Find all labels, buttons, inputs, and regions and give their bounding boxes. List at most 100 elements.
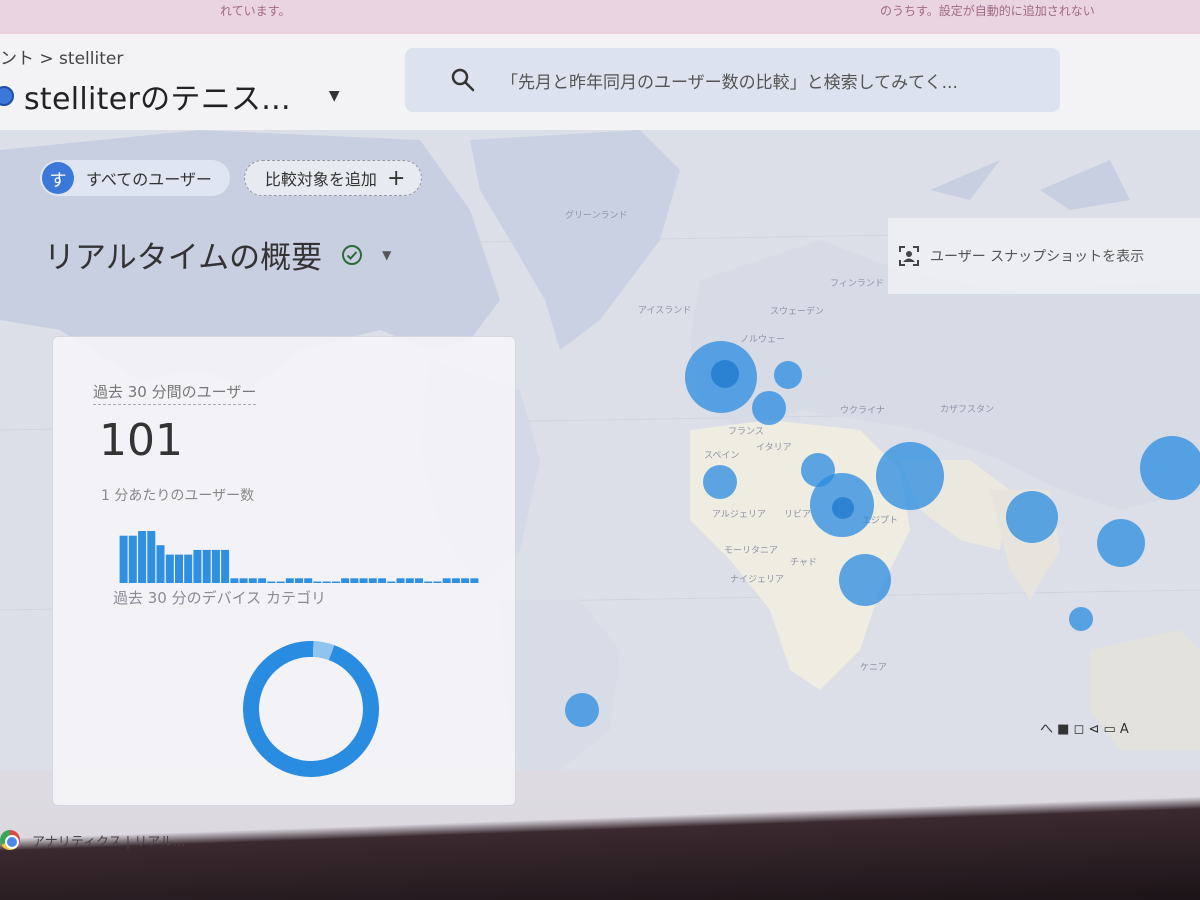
- map-label: フランス: [728, 426, 764, 437]
- per-minute-bar[interactable]: [378, 578, 387, 583]
- per-minute-bar[interactable]: [165, 554, 174, 583]
- banner-right-text: のうちす。設定が自動的に追加されない: [880, 4, 1095, 18]
- user-bubble[interactable]: [1069, 607, 1093, 631]
- notification-banner: れています。 のうちす。設定が自動的に追加されない: [0, 0, 1200, 34]
- per-minute-bar[interactable]: [322, 581, 331, 584]
- per-minute-bar[interactable]: [267, 581, 276, 584]
- per-minute-bar[interactable]: [396, 578, 405, 583]
- comparison-bar: す すべてのユーザー 比較対象を追加 +: [40, 160, 423, 196]
- page-title: リアルタイムの概要: [44, 240, 323, 276]
- per-minute-bar[interactable]: [156, 545, 165, 583]
- map-label: フィンランド: [830, 278, 884, 289]
- per-minute-bar[interactable]: [202, 549, 211, 583]
- user-bubble[interactable]: [752, 391, 786, 425]
- per-minute-bar[interactable]: [295, 578, 303, 583]
- per-minute-bar[interactable]: [415, 578, 423, 583]
- screen: れています。 のうちす。設定が自動的に追加されない グリーンランド アイスランド…: [0, 0, 1200, 900]
- per-minute-bar[interactable]: [442, 578, 451, 583]
- map-label: アイスランド: [638, 305, 691, 316]
- per-minute-bar[interactable]: [331, 581, 340, 584]
- per-minute-bar[interactable]: [359, 578, 368, 583]
- property-icon: [0, 86, 14, 106]
- search-icon[interactable]: [441, 67, 485, 93]
- segment-label: すべてのユーザー: [86, 170, 212, 189]
- per-minute-bar[interactable]: [433, 581, 442, 584]
- app-header: ント > stelliter stelliterのテニス... ▼ 「先月と昨年…: [0, 34, 1200, 130]
- per-minute-bar[interactable]: [221, 549, 230, 583]
- per-minute-bar[interactable]: [119, 535, 128, 583]
- per-minute-bar[interactable]: [211, 549, 220, 583]
- search-placeholder: 「先月と昨年同月のユーザー数の比較」と検索してみてく...: [501, 72, 958, 93]
- per-minute-bar[interactable]: [184, 554, 193, 583]
- greenland-shape: [470, 130, 680, 350]
- realtime-users-card: 過去 30 分間のユーザー 101 1 分あたりのユーザー数 過去 30 分のデ…: [52, 336, 516, 806]
- per-minute-bar[interactable]: [461, 578, 470, 583]
- segment-avatar: す: [42, 162, 74, 194]
- snapshot-icon: [899, 246, 919, 266]
- user-bubble[interactable]: [774, 361, 802, 389]
- map-label: スペイン: [704, 451, 739, 461]
- property-selector[interactable]: stelliterのテニス... ▼: [0, 74, 340, 118]
- per-minute-bar[interactable]: [313, 581, 322, 584]
- plus-icon: +: [386, 165, 406, 191]
- per-minute-bar[interactable]: [470, 578, 479, 583]
- breadcrumb[interactable]: ント > stelliter: [0, 44, 123, 69]
- donut-segment[interactable]: [239, 637, 383, 781]
- user-bubble[interactable]: [703, 465, 737, 499]
- per-minute-bar[interactable]: [285, 578, 294, 583]
- per-minute-bar[interactable]: [368, 578, 377, 583]
- check-circle-icon[interactable]: [340, 243, 364, 267]
- map-label: ノルウェー: [740, 334, 785, 345]
- tab-title: アナリティクス | リアル...: [32, 834, 186, 850]
- user-bubble[interactable]: [565, 693, 599, 727]
- search-bar[interactable]: 「先月と昨年同月のユーザー数の比較」と検索してみてく...: [405, 48, 1060, 112]
- per-minute-bar[interactable]: [230, 578, 239, 583]
- map-label: スウェーデン: [770, 305, 824, 317]
- browser-tab[interactable]: アナリティクス | リアル...: [0, 822, 300, 858]
- per-minute-bar[interactable]: [193, 549, 202, 583]
- per-minute-bar[interactable]: [239, 578, 248, 583]
- user-bubble[interactable]: [1097, 519, 1145, 567]
- island-shape-2: [1040, 160, 1130, 210]
- user-bubble[interactable]: [832, 497, 854, 519]
- card-title[interactable]: 過去 30 分間のユーザー: [93, 381, 257, 405]
- per-minute-bar[interactable]: [451, 578, 460, 583]
- per-minute-bar[interactable]: [138, 531, 147, 583]
- map-label: カザフスタン: [940, 404, 994, 415]
- per-minute-bar[interactable]: [147, 531, 156, 583]
- user-bubble[interactable]: [711, 360, 739, 388]
- device-donut-chart[interactable]: [239, 637, 383, 781]
- map-label: アルジェリア: [712, 510, 766, 520]
- map-label: ナイジェリア: [730, 574, 784, 585]
- island-shape: [930, 160, 1000, 200]
- per-minute-bar[interactable]: [248, 578, 257, 583]
- user-bubble[interactable]: [839, 554, 891, 606]
- user-bubble[interactable]: [1006, 491, 1058, 543]
- banner-left-text: れています。: [220, 4, 291, 18]
- per-minute-bar-chart[interactable]: [119, 525, 479, 583]
- per-minute-bar[interactable]: [350, 578, 359, 583]
- add-comparison-label: 比較対象を追加: [264, 170, 377, 189]
- snapshot-panel: ユーザー スナップショットを表示: [888, 218, 1200, 294]
- report-title-row: リアルタイムの概要 ▼: [44, 232, 391, 277]
- user-bubble[interactable]: [876, 442, 944, 510]
- map-label: チャド: [790, 557, 817, 568]
- user-snapshot-button[interactable]: ユーザー スナップショットを表示: [898, 245, 1144, 267]
- per-minute-bar[interactable]: [175, 554, 183, 583]
- user-snapshot-label: ユーザー スナップショットを表示: [930, 249, 1145, 265]
- system-tray: へ ■ ◻ ⊲ ▭ A: [1040, 718, 1129, 737]
- per-minute-bar[interactable]: [276, 581, 285, 584]
- per-minute-bar[interactable]: [405, 578, 414, 583]
- donut-segment[interactable]: [239, 637, 383, 781]
- per-minute-bar[interactable]: [424, 581, 433, 584]
- title-caret-icon[interactable]: ▼: [382, 248, 391, 262]
- per-minute-bar[interactable]: [258, 578, 267, 583]
- per-minute-bar[interactable]: [128, 535, 137, 583]
- per-minute-bar[interactable]: [341, 578, 350, 583]
- per-minute-bar[interactable]: [304, 578, 313, 583]
- caret-down-icon[interactable]: ▼: [329, 88, 340, 104]
- add-comparison-button[interactable]: 比較対象を追加 +: [243, 160, 423, 196]
- per-minute-label: 1 分あたりのユーザー数: [101, 488, 255, 504]
- per-minute-bar[interactable]: [387, 581, 396, 584]
- segment-chip-all-users[interactable]: す すべてのユーザー: [40, 160, 230, 196]
